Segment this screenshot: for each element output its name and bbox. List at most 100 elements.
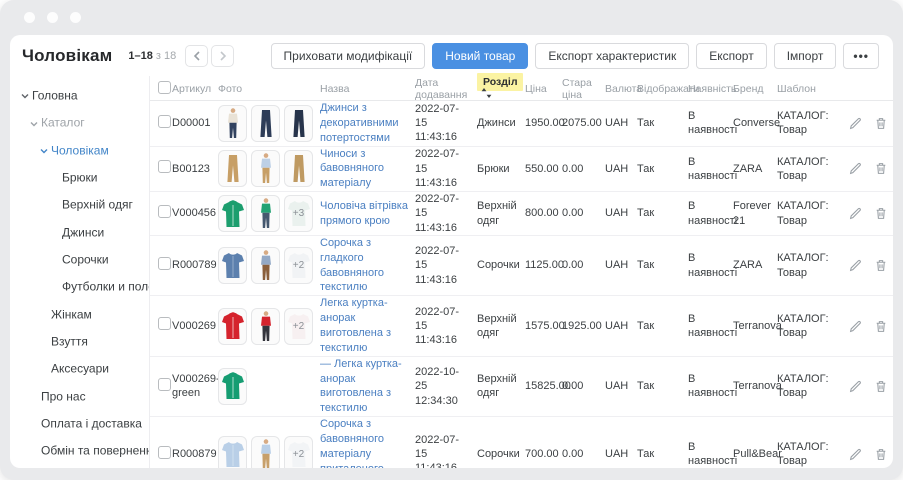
window-close-button[interactable] — [24, 12, 35, 23]
product-photo[interactable] — [251, 150, 280, 187]
delete-button[interactable] — [875, 162, 887, 175]
column-article[interactable]: Артикул — [172, 83, 218, 95]
export-button[interactable]: Експорт — [696, 43, 766, 69]
edit-button[interactable] — [849, 259, 862, 272]
column-date-added[interactable]: Дата додавання — [415, 77, 477, 101]
next-page-button[interactable] — [211, 45, 234, 67]
sidebar-item[interactable]: Сорочки — [10, 246, 149, 273]
product-name-link[interactable]: Джинси з декоративними потертостями — [320, 101, 409, 146]
new-product-button[interactable]: Новий товар — [432, 43, 528, 69]
row-checkbox[interactable] — [158, 378, 171, 391]
hide-modifications-button[interactable]: Приховати модифікації — [271, 43, 426, 69]
sidebar-item[interactable]: Контактна інформація — [10, 465, 149, 468]
toolbar: Приховати модифікації Новий товар Експор… — [271, 43, 879, 69]
window-maximize-button[interactable] — [70, 12, 81, 23]
row-checkbox[interactable] — [158, 257, 171, 270]
sidebar-item-label: Чоловікам — [51, 143, 109, 157]
photo-thumbnails[interactable]: +2 — [218, 308, 320, 345]
delete-button[interactable] — [875, 259, 887, 272]
sidebar-item[interactable]: Каталог — [10, 109, 149, 136]
product-photo[interactable] — [218, 105, 247, 142]
product-name-link[interactable]: Чоловіча вітрівка прямого крою — [320, 199, 409, 229]
product-name-link[interactable]: Сорочка з гладкого бавовняного текстилю — [320, 236, 409, 295]
sidebar-item[interactable]: Аксесуари — [10, 355, 149, 382]
edit-button[interactable] — [849, 380, 862, 393]
sidebar-item[interactable]: Жінкам — [10, 301, 149, 328]
brand-cell: ZARA — [733, 162, 777, 176]
more-photos-badge[interactable]: +3 — [284, 195, 313, 232]
import-button[interactable]: Імпорт — [774, 43, 837, 69]
column-name[interactable]: Назва — [320, 83, 415, 95]
currency-cell: UAH — [605, 447, 637, 461]
sidebar-item[interactable]: Головна — [10, 82, 149, 109]
row-checkbox[interactable] — [158, 115, 171, 128]
product-photo[interactable] — [251, 195, 280, 232]
product-name-link[interactable]: Чиноси з бавовняного матеріалу — [320, 147, 409, 192]
product-photo[interactable] — [251, 436, 280, 468]
column-photo[interactable]: Фото — [218, 83, 320, 95]
window-minimize-button[interactable] — [47, 12, 58, 23]
column-currency[interactable]: Валюта — [605, 83, 637, 95]
product-photo[interactable] — [251, 247, 280, 284]
column-brand[interactable]: Бренд — [733, 83, 777, 95]
delete-button[interactable] — [875, 320, 887, 333]
sidebar-item[interactable]: Обмін та повернення — [10, 437, 149, 464]
photo-thumbnails[interactable]: +2 — [218, 436, 320, 468]
product-photo[interactable] — [284, 105, 313, 142]
product-name-link[interactable]: Сорочка з бавовняного матеріалу притален… — [320, 417, 409, 468]
product-name-link[interactable]: Легка куртка-анорак виготовлена з тексти… — [320, 296, 409, 355]
photo-thumbnails[interactable]: +3 — [218, 195, 320, 232]
product-photo[interactable] — [251, 105, 280, 142]
edit-button[interactable] — [849, 117, 862, 130]
product-photo[interactable] — [284, 150, 313, 187]
row-checkbox[interactable] — [158, 160, 171, 173]
product-photo[interactable] — [218, 436, 247, 468]
column-availability[interactable]: Наявність — [688, 83, 733, 95]
select-all-checkbox[interactable] — [158, 81, 171, 94]
edit-button[interactable] — [849, 207, 862, 220]
product-photo[interactable] — [251, 308, 280, 345]
prev-page-button[interactable] — [185, 45, 208, 67]
more-photos-badge[interactable]: +2 — [284, 436, 313, 468]
sidebar-item[interactable]: Брюки — [10, 164, 149, 191]
sidebar-item[interactable]: Футболки и поло — [10, 273, 149, 300]
sidebar-item[interactable]: Верхній одяг — [10, 191, 149, 218]
photo-thumbnails[interactable] — [218, 105, 320, 142]
delete-button[interactable] — [875, 380, 887, 393]
sidebar-item[interactable]: Взуття — [10, 328, 149, 355]
product-photo[interactable] — [218, 247, 247, 284]
delete-button[interactable] — [875, 207, 887, 220]
delete-button[interactable] — [875, 448, 887, 461]
more-photos-badge[interactable]: +2 — [284, 247, 313, 284]
edit-button[interactable] — [849, 320, 862, 333]
sidebar-item[interactable]: Чоловікам — [10, 137, 149, 164]
more-photos-badge[interactable]: +2 — [284, 308, 313, 345]
more-actions-button[interactable]: ••• — [843, 43, 879, 69]
column-price[interactable]: Ціна — [525, 83, 562, 95]
product-photo[interactable] — [218, 195, 247, 232]
photo-thumbnails[interactable]: +2 — [218, 247, 320, 284]
edit-button[interactable] — [849, 448, 862, 461]
product-photo[interactable] — [218, 308, 247, 345]
product-photo[interactable] — [218, 368, 247, 405]
export-characteristics-button[interactable]: Експорт характеристик — [535, 43, 689, 69]
table-body: D00001 Джинси з декоративними потертостя… — [150, 101, 893, 468]
product-photo[interactable] — [218, 150, 247, 187]
sort-icon[interactable] — [481, 88, 492, 101]
column-template[interactable]: Шаблон — [777, 83, 838, 95]
currency-cell: UAH — [605, 162, 637, 176]
delete-button[interactable] — [875, 117, 887, 130]
column-display[interactable]: Відображати — [637, 83, 688, 95]
column-section[interactable]: Розділ — [477, 76, 525, 101]
row-checkbox[interactable] — [158, 205, 171, 218]
edit-button[interactable] — [849, 162, 862, 175]
sidebar-item[interactable]: Джинси — [10, 219, 149, 246]
row-checkbox[interactable] — [158, 446, 171, 459]
sidebar-item[interactable]: Про нас — [10, 383, 149, 410]
row-checkbox[interactable] — [158, 317, 171, 330]
sidebar-item[interactable]: Оплата і доставка — [10, 410, 149, 437]
column-old-price[interactable]: Стара ціна — [562, 77, 605, 101]
product-name-link[interactable]: — Легка куртка-анорак виготовлена з текс… — [320, 357, 409, 416]
photo-thumbnails[interactable] — [218, 150, 320, 187]
photo-thumbnails[interactable] — [218, 368, 320, 405]
